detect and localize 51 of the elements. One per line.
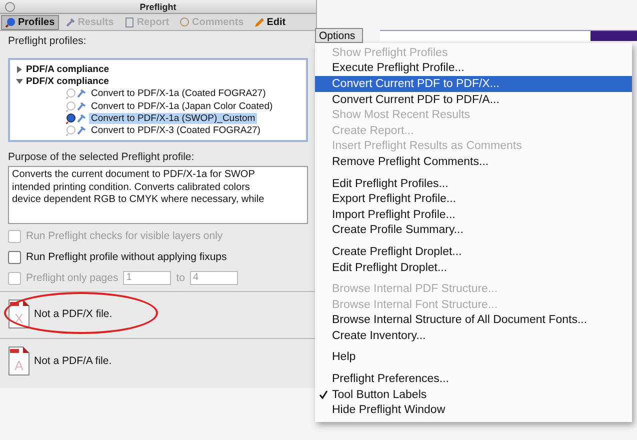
menu-item[interactable]: Preflight Preferences... [315, 371, 632, 387]
result-text: Not a PDF/A file. [34, 355, 112, 367]
tree-group[interactable]: PDF/X compliance [26, 76, 109, 88]
tree-group[interactable]: PDF/A compliance [26, 64, 110, 76]
profile-icon [66, 124, 86, 136]
menu-item[interactable]: Browse Internal Structure of All Document Fonts... [315, 312, 632, 328]
tree-item[interactable]: Convert to PDF/X-1a (Japan Color Coated) [89, 100, 275, 112]
profile-icon [66, 112, 86, 124]
menu-item[interactable]: Edit Preflight Droplet... [315, 260, 632, 276]
window-title: Preflight [138, 2, 178, 12]
menu-item[interactable]: Execute Preflight Profile... [315, 60, 632, 76]
toolbar-button[interactable]: Profiles [1, 14, 59, 30]
tree-item[interactable]: Convert to PDF/X-3 (Coated FOGRA27) [89, 124, 262, 136]
checkbox-label[interactable]: Run Preflight profile without applying fixups [26, 251, 227, 263]
tree-item[interactable]: Convert to PDF/X-1a (SWOP)_Custom [89, 112, 258, 124]
report-icon [124, 16, 135, 28]
menu-item[interactable]: Hide Preflight Window [315, 402, 632, 418]
profile-icon [66, 100, 86, 112]
menu-item[interactable]: Convert Current PDF to PDF/X... [315, 76, 632, 92]
section-label: Purpose of the selected Preflight profile: [8, 151, 196, 163]
menu-item[interactable]: Remove Preflight Comments... [315, 154, 632, 170]
checkmark-icon [319, 390, 328, 400]
close-button[interactable] [5, 2, 15, 12]
menu-item[interactable]: Export Preflight Profile... [315, 191, 632, 207]
collapsed-triangle-icon[interactable] [16, 66, 23, 74]
result-text: Not a PDF/X file. [34, 308, 112, 320]
description-line: intended printing condition. Converts calibrated colors [12, 182, 251, 194]
options-dropdown[interactable]: Options [315, 28, 363, 43]
document-icon: A [8, 346, 30, 376]
description-line: device dependent RGB to CMYK where necessary, while [12, 194, 266, 206]
menu-item[interactable]: Create Profile Summary... [315, 222, 632, 238]
search-icon [5, 16, 16, 28]
wrench-icon [64, 16, 76, 28]
menu-item[interactable]: Create Preflight Droplet... [315, 244, 632, 260]
checkbox[interactable] [8, 250, 21, 264]
comment-icon [179, 16, 190, 28]
pencil-icon [254, 16, 265, 28]
menu-item[interactable]: Import Preflight Profile... [315, 206, 632, 223]
menu-item[interactable]: Help [315, 350, 632, 366]
menu-item[interactable]: Create Inventory... [315, 328, 632, 344]
menu-item[interactable]: Edit Preflight Profiles... [315, 176, 632, 192]
menu-item[interactable]: Tool Button Labels [315, 386, 632, 402]
document-icon: X [8, 299, 30, 329]
toolbar-button[interactable]: Edit [250, 14, 290, 30]
tree-item[interactable]: Convert to PDF/X-1a (Coated FOGRA27) [89, 88, 268, 100]
expanded-triangle-icon[interactable] [16, 78, 23, 86]
menu-item[interactable]: Convert Current PDF to PDF/A... [315, 92, 632, 108]
profile-icon [66, 88, 86, 100]
field-label: to [176, 272, 185, 284]
description-line: Converts the current document to PDF/X-1a for SWOP [12, 169, 256, 182]
section-label: Preflight profiles: [8, 35, 88, 47]
